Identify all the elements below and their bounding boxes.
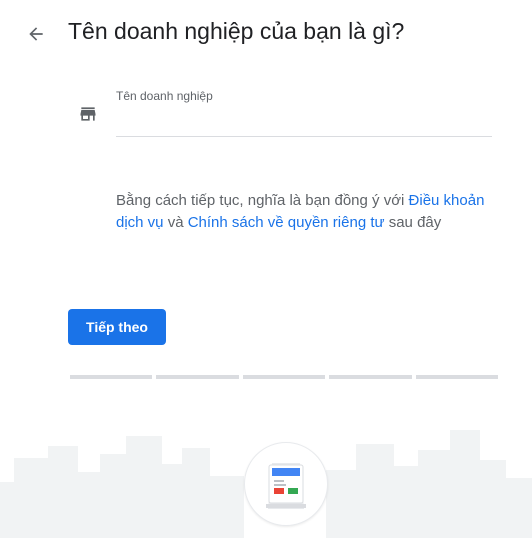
storefront-icon <box>80 107 96 121</box>
arrow-back-icon <box>29 27 43 41</box>
terms-notice: Bằng cách tiếp tục, nghĩa là bạn đồng ý … <box>116 190 486 234</box>
business-name-input[interactable] <box>116 106 492 137</box>
step-progress <box>70 375 499 379</box>
business-sign-icon <box>266 463 306 509</box>
terms-prefix: Bằng cách tiếp tục, nghĩa là bạn đồng ý … <box>116 192 409 209</box>
privacy-policy-link[interactable]: Chính sách về quyền riêng tư <box>188 214 385 231</box>
business-sign-badge <box>244 442 328 526</box>
progress-step <box>156 375 239 379</box>
progress-step <box>242 375 326 379</box>
back-button[interactable] <box>22 20 50 48</box>
next-button[interactable]: Tiếp theo <box>68 309 166 345</box>
terms-suffix: sau đây <box>384 214 442 231</box>
business-name-label: Tên doanh nghiệp <box>116 89 213 103</box>
page-title: Tên doanh nghiệp của bạn là gì? <box>68 18 405 44</box>
progress-step <box>70 375 153 379</box>
progress-step <box>329 375 412 379</box>
progress-step <box>415 375 499 379</box>
terms-middle: và <box>163 214 188 231</box>
